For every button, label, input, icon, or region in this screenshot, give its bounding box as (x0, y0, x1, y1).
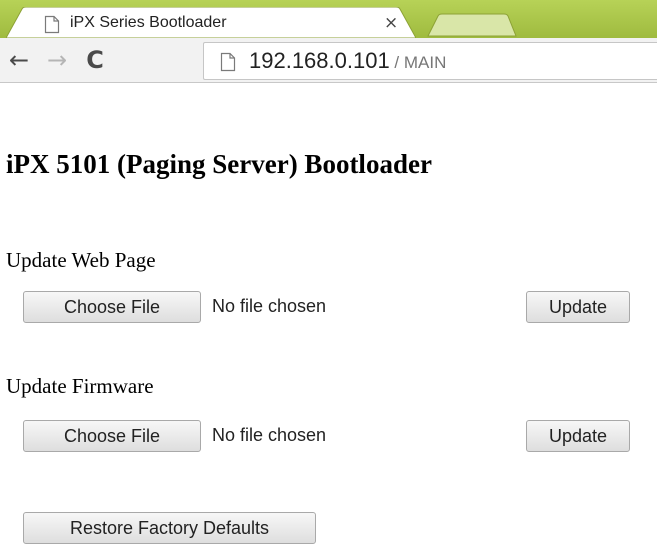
page-icon (44, 15, 60, 38)
file-status-firmware: No file chosen (212, 425, 327, 445)
address-bar[interactable]: 192.168.0.101 / MAIN (203, 42, 657, 80)
tab-close-icon[interactable]: × (384, 13, 398, 33)
address-url: 192.168.0.101 / MAIN (249, 48, 446, 74)
url-path: / MAIN (389, 53, 447, 72)
back-button[interactable]: ← (4, 46, 34, 74)
choose-file-button-firmware[interactable]: Choose File (23, 420, 201, 452)
page-icon (220, 52, 236, 77)
update-button-web-page[interactable]: Update (526, 291, 630, 323)
restore-factory-defaults-button[interactable]: Restore Factory Defaults (23, 512, 316, 544)
page-title: iPX 5101 (Paging Server) Bootloader (6, 149, 432, 179)
url-host: 192.168.0.101 (249, 48, 390, 73)
section-label-update-web-page: Update Web Page (6, 248, 156, 272)
tab-strip: iPX Series Bootloader × (0, 0, 657, 38)
choose-file-button-web-page[interactable]: Choose File (23, 291, 201, 323)
tab-active[interactable]: iPX Series Bootloader × (6, 7, 416, 38)
browser-toolbar: ← → C 192.168.0.101 / MAIN (0, 38, 657, 83)
section-label-update-firmware: Update Firmware (6, 374, 154, 398)
reload-button[interactable]: C (80, 46, 110, 74)
update-button-firmware[interactable]: Update (526, 420, 630, 452)
file-status-web-page: No file chosen (212, 296, 327, 316)
tab-title: iPX Series Bootloader (70, 14, 227, 31)
new-tab-button[interactable] (420, 12, 520, 38)
forward-button[interactable]: → (42, 46, 72, 74)
